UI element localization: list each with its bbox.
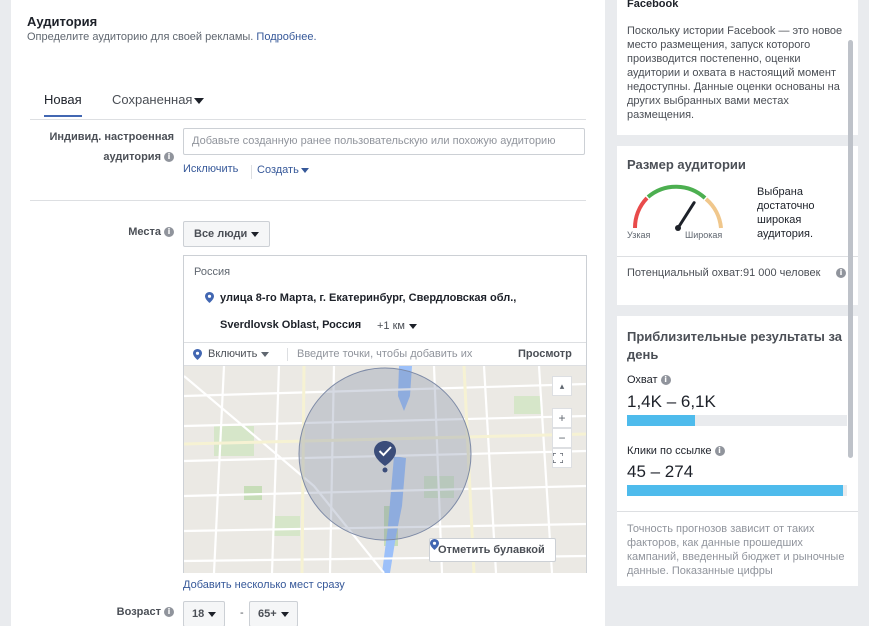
custom-audience-label-line1: Индивид. настроенная — [49, 131, 174, 143]
drop-pin-button[interactable]: Отметить булавкой — [429, 538, 556, 562]
location-audience-dropdown[interactable]: Все люди — [183, 221, 271, 247]
learn-more-link[interactable]: Подробнее. — [256, 31, 316, 43]
gauge-wide-label: Широкая — [685, 230, 723, 240]
create-label: Создать — [257, 164, 299, 176]
audience-size-title: Размер аудитории — [627, 157, 746, 172]
fullscreen-button[interactable] — [552, 448, 572, 468]
location-box: Россия улица 8-го Марта, г. Екатеринбург… — [183, 255, 587, 573]
clicks-bar — [627, 485, 847, 496]
locations-label-wrap: Места i — [71, 222, 174, 242]
main-scrollbar[interactable] — [606, 0, 608, 626]
card-divider — [617, 256, 858, 257]
location-address-line1[interactable]: улица 8-го Марта, г. Екатеринбург, Сверд… — [220, 292, 516, 304]
custom-audience-label-line2-wrap: аудитория i — [31, 147, 174, 167]
chevron-down-icon — [408, 323, 417, 329]
clicks-bar-fill — [627, 485, 843, 496]
location-address-line2[interactable]: Sverdlovsk Oblast, Россия — [220, 319, 361, 331]
chevron-down-icon — [208, 611, 217, 617]
pin-icon — [430, 539, 439, 550]
include-label: Включить — [208, 348, 258, 360]
chevron-down-icon — [194, 97, 205, 104]
link-separator — [251, 165, 252, 179]
reach-metric-value: 1,4K – 6,1K — [627, 392, 716, 411]
create-audience-link[interactable]: Создать — [257, 164, 309, 176]
age-max-dropdown[interactable]: 65+ — [249, 601, 298, 626]
potential-reach: Потенциальный охват:91 000 человек — [627, 267, 821, 279]
include-separator — [287, 348, 288, 361]
reach-metric-label-wrap: Охват i — [627, 374, 671, 386]
stories-notice-card: Facebook Поскольку истории Facebook — эт… — [617, 0, 858, 135]
locations-label: Места — [128, 226, 161, 238]
info-icon[interactable]: i — [836, 268, 846, 278]
notice-text: Поскольку истории Facebook — это новое м… — [627, 25, 843, 121]
age-min-value: 18 — [192, 608, 205, 620]
daily-results-card: Приблизительные результаты за день Охват… — [617, 316, 858, 586]
location-pin-icon — [205, 292, 214, 303]
reach-bar-fill — [627, 415, 696, 426]
custom-audience-label-line2: аудитория — [103, 151, 161, 163]
age-separator: - — [240, 607, 244, 619]
info-icon[interactable]: i — [164, 227, 174, 238]
zoom-out-button[interactable]: − — [552, 428, 572, 448]
section-divider — [30, 200, 586, 201]
radius-dropdown[interactable]: +1 км — [377, 320, 417, 332]
chevron-down-icon — [251, 231, 260, 237]
age-min-dropdown[interactable]: 18 — [183, 601, 226, 626]
location-search-input[interactable]: Введите точки, чтобы добавить их — [297, 348, 472, 360]
notice-heading: Facebook — [627, 0, 679, 10]
zoom-in-button[interactable]: + — [552, 408, 572, 428]
include-dropdown[interactable]: Включить — [208, 348, 270, 360]
section-subtitle: Определите аудиторию для своей рекламы. … — [27, 31, 317, 43]
drop-pin-label: Отметить булавкой — [438, 544, 545, 556]
location-country: Россия — [194, 266, 231, 278]
location-map[interactable]: ▴ + − Отметить булавкой — [184, 366, 586, 573]
custom-audience-input[interactable]: Добавьте созданную ранее пользовательску… — [183, 128, 585, 155]
estimate-disclaimer: Точность прогнозов зависит от таких факт… — [627, 523, 845, 577]
info-icon[interactable]: i — [164, 152, 174, 163]
info-icon[interactable]: i — [164, 607, 174, 618]
tab-new[interactable]: Новая — [44, 92, 82, 117]
section-subtitle-text: Определите аудиторию для своей рекламы. — [27, 31, 254, 43]
fullscreen-icon — [553, 453, 563, 463]
tab-saved[interactable]: Сохраненная — [112, 92, 205, 107]
chevron-down-icon — [300, 167, 309, 173]
custom-audience-label: Индивид. настроенная аудитория i — [31, 127, 174, 167]
location-pin-icon — [193, 349, 202, 360]
audience-gauge — [632, 184, 723, 231]
exclude-link[interactable]: Исключить — [183, 163, 238, 175]
age-max-value: 65+ — [258, 608, 277, 620]
location-include-row: Включить Введите точки, чтобы добавить и… — [184, 342, 586, 366]
map-collapse-button[interactable]: ▴ — [552, 376, 572, 396]
browse-button[interactable]: Просмотр — [518, 348, 572, 360]
audience-size-note: Выбрана достаточно широкая аудитория. — [757, 186, 815, 240]
reach-metric-label: Охват — [627, 374, 658, 386]
add-bulk-locations-link[interactable]: Добавить несколько мест сразу — [183, 579, 345, 591]
tab-saved-label: Сохраненная — [112, 92, 193, 107]
daily-results-title: Приблизительные результаты за день — [627, 329, 843, 362]
sidebar-scrollbar-thumb[interactable] — [848, 40, 853, 458]
audience-tabs: Новая Сохраненная — [30, 88, 586, 120]
radius-value: +1 км — [377, 320, 405, 332]
age-label-wrap: Возраст i — [71, 602, 174, 622]
gauge-needle — [676, 201, 696, 230]
chevron-down-icon — [261, 351, 270, 357]
audience-size-card: Размер аудитории Узкая Широкая Выбрана д… — [617, 146, 858, 305]
clicks-metric-value: 45 – 274 — [627, 462, 694, 481]
chevron-down-icon — [280, 611, 289, 617]
clicks-metric-label-wrap: Клики по ссылке i — [627, 445, 725, 457]
audience-panel: Аудитория Определите аудиторию для своей… — [11, 0, 605, 626]
info-icon[interactable]: i — [714, 446, 725, 457]
gauge-narrow-label: Узкая — [627, 230, 651, 240]
card-divider — [617, 511, 858, 512]
info-icon[interactable]: i — [660, 375, 671, 386]
location-audience-label: Все люди — [194, 228, 248, 240]
age-label: Возраст — [116, 606, 161, 618]
reach-bar — [627, 415, 847, 426]
section-title: Аудитория — [27, 14, 98, 29]
clicks-metric-label: Клики по ссылке — [627, 445, 712, 457]
